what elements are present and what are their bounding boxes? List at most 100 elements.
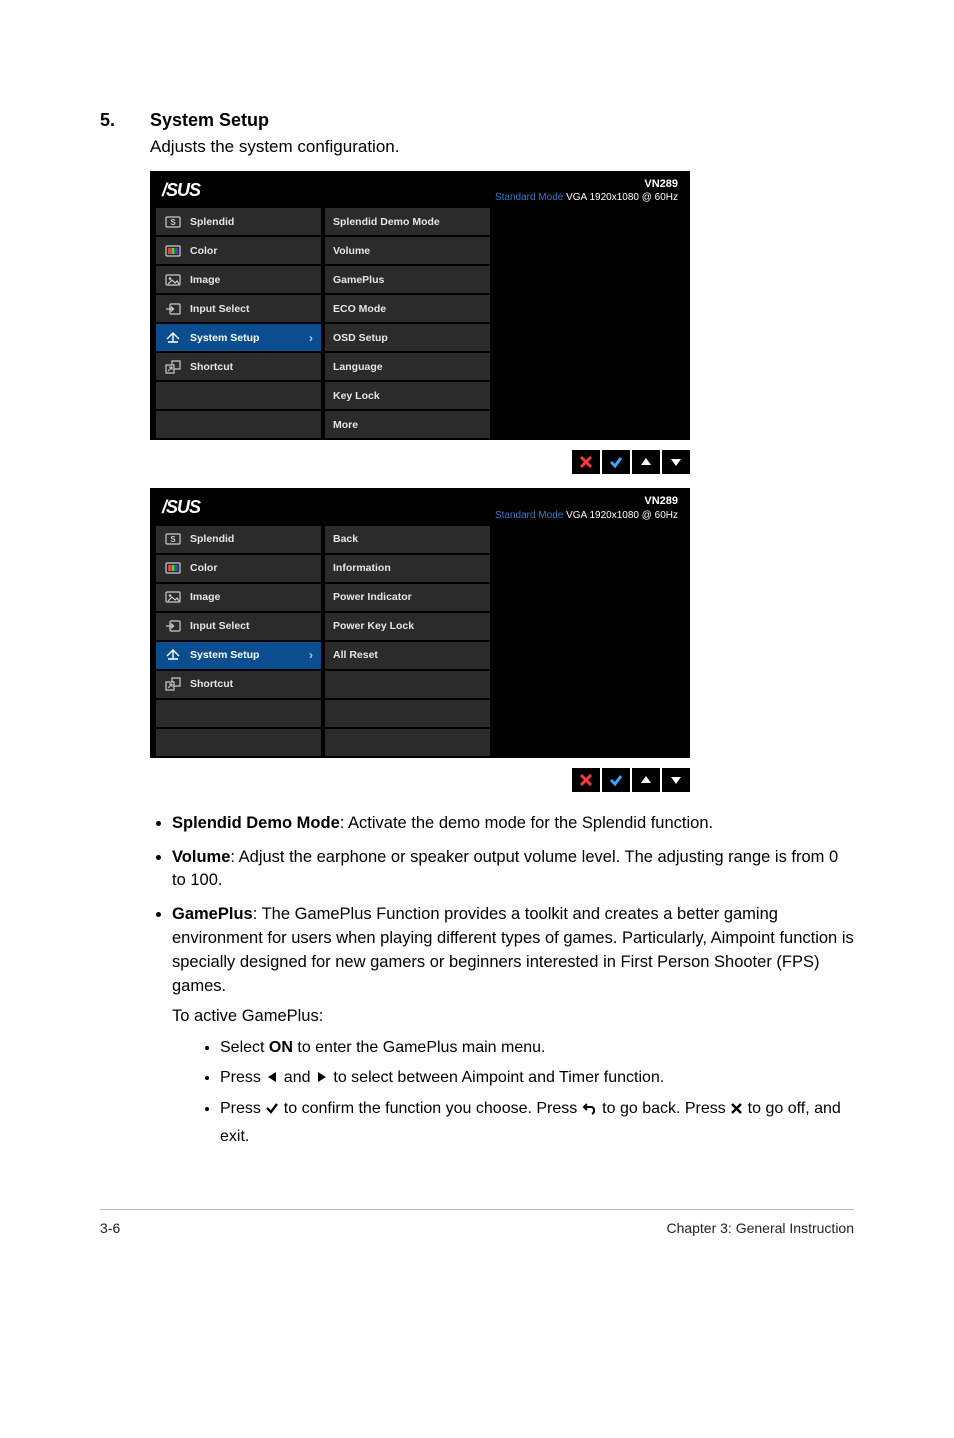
menu-item-label: System Setup [190, 649, 259, 661]
submenu-item-back[interactable]: Back [325, 526, 490, 553]
menu-item-shortcut[interactable]: Shortcut [156, 353, 321, 380]
menu-item-image[interactable]: Image [156, 584, 321, 611]
section-description: Adjusts the system configuration. [150, 137, 854, 157]
gameplus-step-3: Press to confirm the function you choose… [220, 1096, 854, 1149]
svg-text:S: S [170, 218, 176, 227]
close-icon[interactable] [572, 768, 600, 792]
gameplus-step-1: Select ON to enter the GamePlus main men… [220, 1035, 854, 1061]
input-icon [164, 619, 182, 633]
menu-item-system-setup[interactable]: System Setup › [156, 642, 321, 669]
resolution-value: VGA 1920x1080 @ 60Hz [566, 192, 678, 203]
feature-splendid: Splendid Demo Mode: Activate the demo mo… [172, 812, 854, 836]
text: Press [220, 1069, 265, 1086]
system-icon [164, 331, 182, 345]
feature-text: : The GamePlus Function provides a toolk… [172, 905, 854, 995]
menu-item-empty [156, 729, 321, 756]
submenu-item-more[interactable]: More [325, 411, 490, 438]
chevron-right-icon: › [309, 331, 313, 345]
submenu-item-power-key-lock[interactable]: Power Key Lock [325, 613, 490, 640]
osd-status: VN289 Standard Mode VGA 1920x1080 @ 60Hz [495, 177, 678, 204]
menu-item-color[interactable]: Color [156, 237, 321, 264]
menu-item-color[interactable]: Color [156, 555, 321, 582]
system-icon [164, 648, 182, 662]
check-icon [265, 1098, 279, 1124]
gameplus-intro: To active GamePlus: [172, 1005, 854, 1029]
section-title: System Setup [150, 110, 269, 131]
feature-name: Splendid Demo Mode [172, 814, 340, 832]
splendid-icon: S [164, 215, 182, 229]
color-icon [164, 561, 182, 575]
menu-item-label: System Setup [190, 332, 259, 344]
text: to select between Aimpoint and Timer fun… [329, 1069, 664, 1086]
submenu-item-empty [325, 729, 490, 756]
image-icon [164, 273, 182, 287]
menu-item-system-setup[interactable]: System Setup › [156, 324, 321, 351]
text: Select [220, 1039, 269, 1056]
menu-item-label: Splendid [190, 216, 234, 228]
text: to go back. Press [598, 1100, 731, 1117]
feature-text: : Adjust the earphone or speaker output … [172, 848, 838, 890]
feature-list: Splendid Demo Mode: Activate the demo mo… [150, 812, 854, 1150]
submenu-item-volume[interactable]: Volume [325, 237, 490, 264]
splendid-icon: S [164, 532, 182, 546]
submenu-item-gameplus[interactable]: GamePlus [325, 266, 490, 293]
menu-item-label: Image [190, 591, 220, 603]
text: to confirm the function you choose. Pres… [279, 1100, 581, 1117]
down-icon[interactable] [662, 768, 690, 792]
submenu-item-osd-setup[interactable]: OSD Setup [325, 324, 490, 351]
model-label: VN289 [495, 494, 678, 508]
feature-volume: Volume: Adjust the earphone or speaker o… [172, 846, 854, 894]
menu-item-label: Input Select [190, 303, 250, 315]
menu-item-label: Shortcut [190, 678, 233, 690]
chevron-right-icon: › [309, 648, 313, 662]
submenu-item-language[interactable]: Language [325, 353, 490, 380]
svg-text:S: S [170, 535, 176, 544]
up-icon[interactable] [632, 768, 660, 792]
gameplus-step-2: Press and to select between Aimpoint and… [220, 1065, 854, 1093]
submenu-item-empty [325, 700, 490, 727]
hint-buttons-2 [150, 762, 690, 806]
page-number: 3-6 [100, 1220, 120, 1236]
submenu-item-all-reset[interactable]: All Reset [325, 642, 490, 669]
menu-item-input-select[interactable]: Input Select [156, 295, 321, 322]
resolution-value: VGA 1920x1080 @ 60Hz [566, 510, 678, 521]
x-icon [730, 1098, 743, 1124]
on-label: ON [269, 1039, 293, 1056]
submenu-item-splendid-demo-mode[interactable]: Splendid Demo Mode [325, 208, 490, 235]
submenu-item-empty [325, 671, 490, 698]
shortcut-icon [164, 360, 182, 374]
feature-name: GamePlus [172, 905, 253, 923]
submenu-item-information[interactable]: Information [325, 555, 490, 582]
submenu-item-power-indicator[interactable]: Power Indicator [325, 584, 490, 611]
submenu-item-key-lock[interactable]: Key Lock [325, 382, 490, 409]
check-icon[interactable] [602, 768, 630, 792]
color-icon [164, 244, 182, 258]
asus-logo: /SUS [162, 497, 200, 518]
menu-item-splendid[interactable]: S Splendid [156, 526, 321, 553]
menu-item-label: Splendid [190, 533, 234, 545]
menu-item-label: Color [190, 562, 217, 574]
left-arrow-icon [265, 1067, 279, 1093]
menu-item-shortcut[interactable]: Shortcut [156, 671, 321, 698]
menu-item-label: Input Select [190, 620, 250, 632]
submenu-item-eco-mode[interactable]: ECO Mode [325, 295, 490, 322]
hint-buttons-1 [150, 444, 690, 488]
model-label: VN289 [495, 177, 678, 191]
feature-name: Volume [172, 848, 230, 866]
shortcut-icon [164, 677, 182, 691]
menu-item-image[interactable]: Image [156, 266, 321, 293]
down-icon[interactable] [662, 450, 690, 474]
menu-item-input-select[interactable]: Input Select [156, 613, 321, 640]
osd-panel-2: /SUS VN289 Standard Mode VGA 1920x1080 @… [150, 488, 690, 757]
text: to enter the GamePlus main menu. [293, 1039, 546, 1056]
close-icon[interactable] [572, 450, 600, 474]
menu-item-empty [156, 411, 321, 438]
mode-label: Standard Mode [495, 192, 563, 203]
asus-logo: /SUS [162, 180, 200, 201]
mode-label: Standard Mode [495, 510, 563, 521]
up-icon[interactable] [632, 450, 660, 474]
right-arrow-icon [315, 1067, 329, 1093]
osd-panel-1: /SUS VN289 Standard Mode VGA 1920x1080 @… [150, 171, 690, 440]
check-icon[interactable] [602, 450, 630, 474]
menu-item-splendid[interactable]: S Splendid [156, 208, 321, 235]
